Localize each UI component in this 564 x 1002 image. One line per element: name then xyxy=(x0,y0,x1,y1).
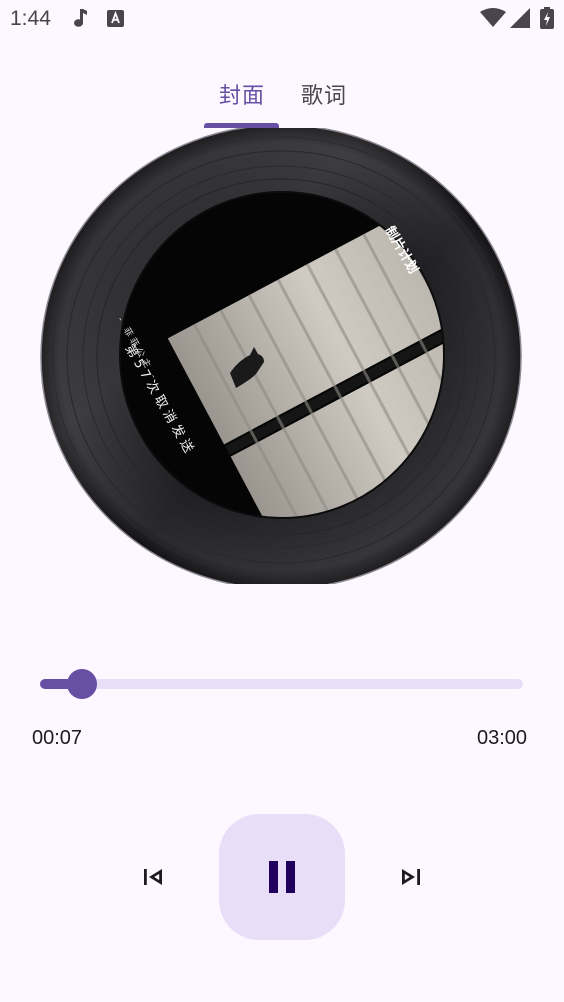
total-time: 03:00 xyxy=(477,727,528,749)
skip-previous-icon xyxy=(144,869,162,885)
current-time: 00:07 xyxy=(32,727,83,749)
slider-track[interactable] xyxy=(40,679,523,689)
previous-button[interactable] xyxy=(135,859,171,895)
status-bar: 1:44 xyxy=(0,0,564,38)
tab-cover[interactable]: 封面 xyxy=(219,78,265,110)
battery-icon xyxy=(540,7,554,29)
music-note-icon xyxy=(74,9,87,27)
vinyl-disc[interactable]: 第57次取消发送 - 菲菲公主 - 制片计划 xyxy=(40,128,524,584)
tab-lyrics[interactable]: 歌词 xyxy=(301,78,347,110)
slider-thumb[interactable] xyxy=(67,669,97,699)
next-button[interactable] xyxy=(393,859,429,895)
play-pause-button[interactable] xyxy=(219,814,345,940)
signal-icon xyxy=(510,8,530,28)
pause-icon xyxy=(269,861,295,893)
vinyl-disc-graphic xyxy=(40,128,522,584)
wifi-icon xyxy=(480,8,506,27)
skip-next-icon xyxy=(402,869,420,885)
status-time: 1:44 xyxy=(10,7,51,30)
text-a-icon xyxy=(107,10,124,27)
tab-bar: 封面 歌词 xyxy=(0,64,564,128)
music-player-screen: 1:44 封面 歌词 第57次取消发送 - 菲菲公主 - 制片计划 00:07 … xyxy=(0,0,564,1002)
progress-slider[interactable] xyxy=(40,668,524,702)
